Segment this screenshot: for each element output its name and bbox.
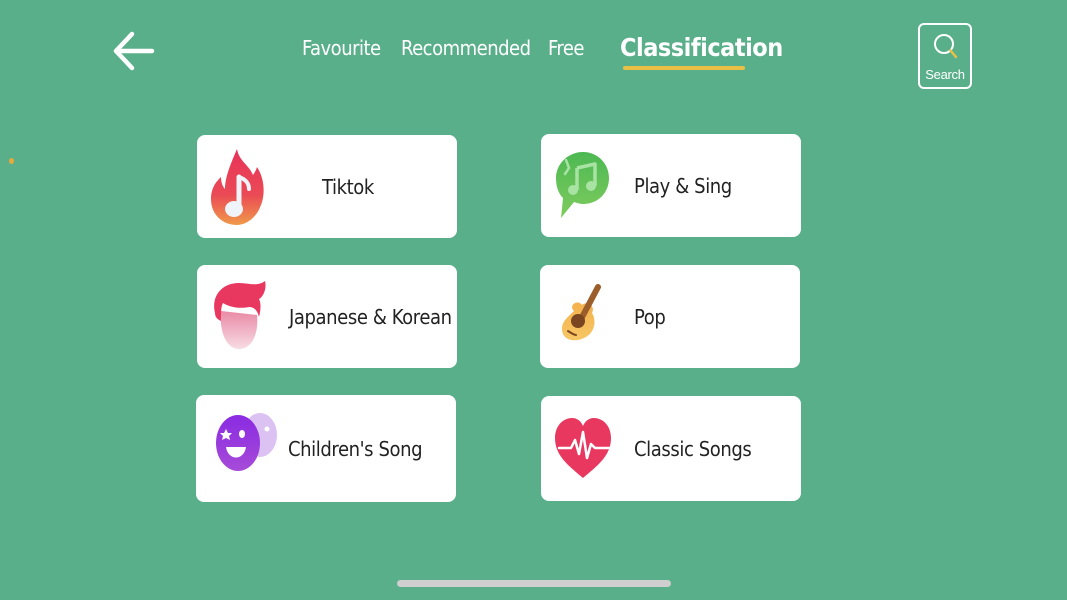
heartbeat-icon	[553, 412, 613, 492]
category-label: Tiktok	[322, 174, 374, 199]
tab-favourite[interactable]: Favourite	[302, 36, 381, 60]
hair-person-icon	[209, 277, 269, 357]
tab-classification[interactable]: Classification	[620, 33, 783, 62]
category-card-classic-songs[interactable]: Classic Songs	[541, 396, 801, 501]
category-card-tiktok[interactable]: Tiktok	[197, 135, 457, 238]
category-label: Children's Song	[288, 436, 423, 461]
search-icon	[934, 34, 958, 59]
arrow-left-icon	[113, 31, 155, 71]
guitar-icon	[552, 277, 612, 357]
active-tab-indicator	[623, 66, 745, 70]
flame-music-icon	[209, 147, 269, 227]
back-button[interactable]	[108, 26, 160, 76]
home-indicator[interactable]	[397, 580, 671, 587]
category-card-pop[interactable]: Pop	[540, 265, 800, 368]
tab-free[interactable]: Free	[548, 36, 585, 60]
search-label: Search	[925, 67, 965, 82]
category-label: Pop	[634, 304, 666, 329]
category-label: Japanese & Korean	[289, 304, 452, 329]
category-label: Play & Sing	[634, 173, 732, 198]
category-card-japanese-korean[interactable]: Japanese & Korean	[197, 265, 457, 368]
category-card-childrens-song[interactable]: Children's Song	[196, 395, 456, 502]
category-card-play-sing[interactable]: Play & Sing	[541, 134, 801, 237]
music-chat-bubble-icon	[553, 146, 613, 226]
decorative-dot	[9, 158, 14, 164]
search-button[interactable]: Search	[918, 23, 972, 89]
category-label: Classic Songs	[634, 436, 752, 461]
smiley-faces-icon	[214, 407, 284, 487]
tab-recommended[interactable]: Recommended	[401, 36, 531, 60]
